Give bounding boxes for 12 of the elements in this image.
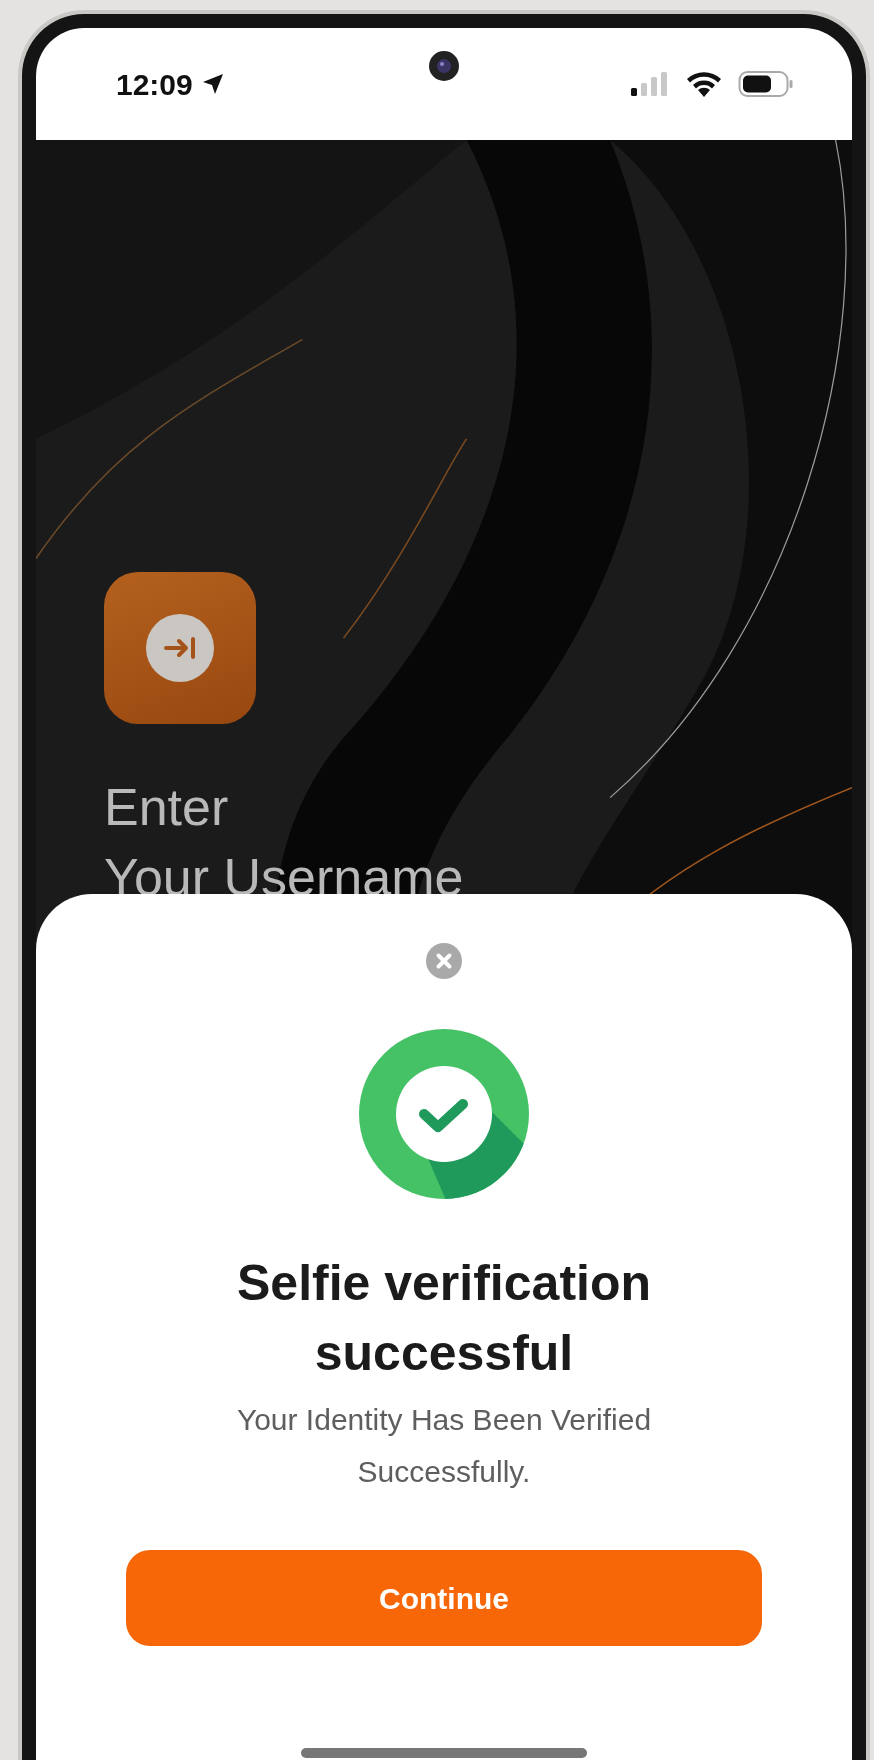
heading-line: Your Username [104, 847, 465, 908]
heading-line: Enter [104, 777, 230, 838]
wifi-icon [686, 70, 722, 98]
status-time: 12:09 [116, 66, 193, 103]
sheet-message: Your Identity Has Been Verified Successfully. [235, 1402, 653, 1490]
continue-button[interactable]: Continue [126, 1550, 762, 1646]
battery-icon [738, 70, 794, 98]
signal-icon [630, 71, 670, 97]
sheet-title: Selfie verification successful [235, 1254, 652, 1383]
camera-hole [428, 50, 460, 82]
success-check-icon [358, 1028, 530, 1200]
close-button[interactable] [425, 942, 463, 980]
